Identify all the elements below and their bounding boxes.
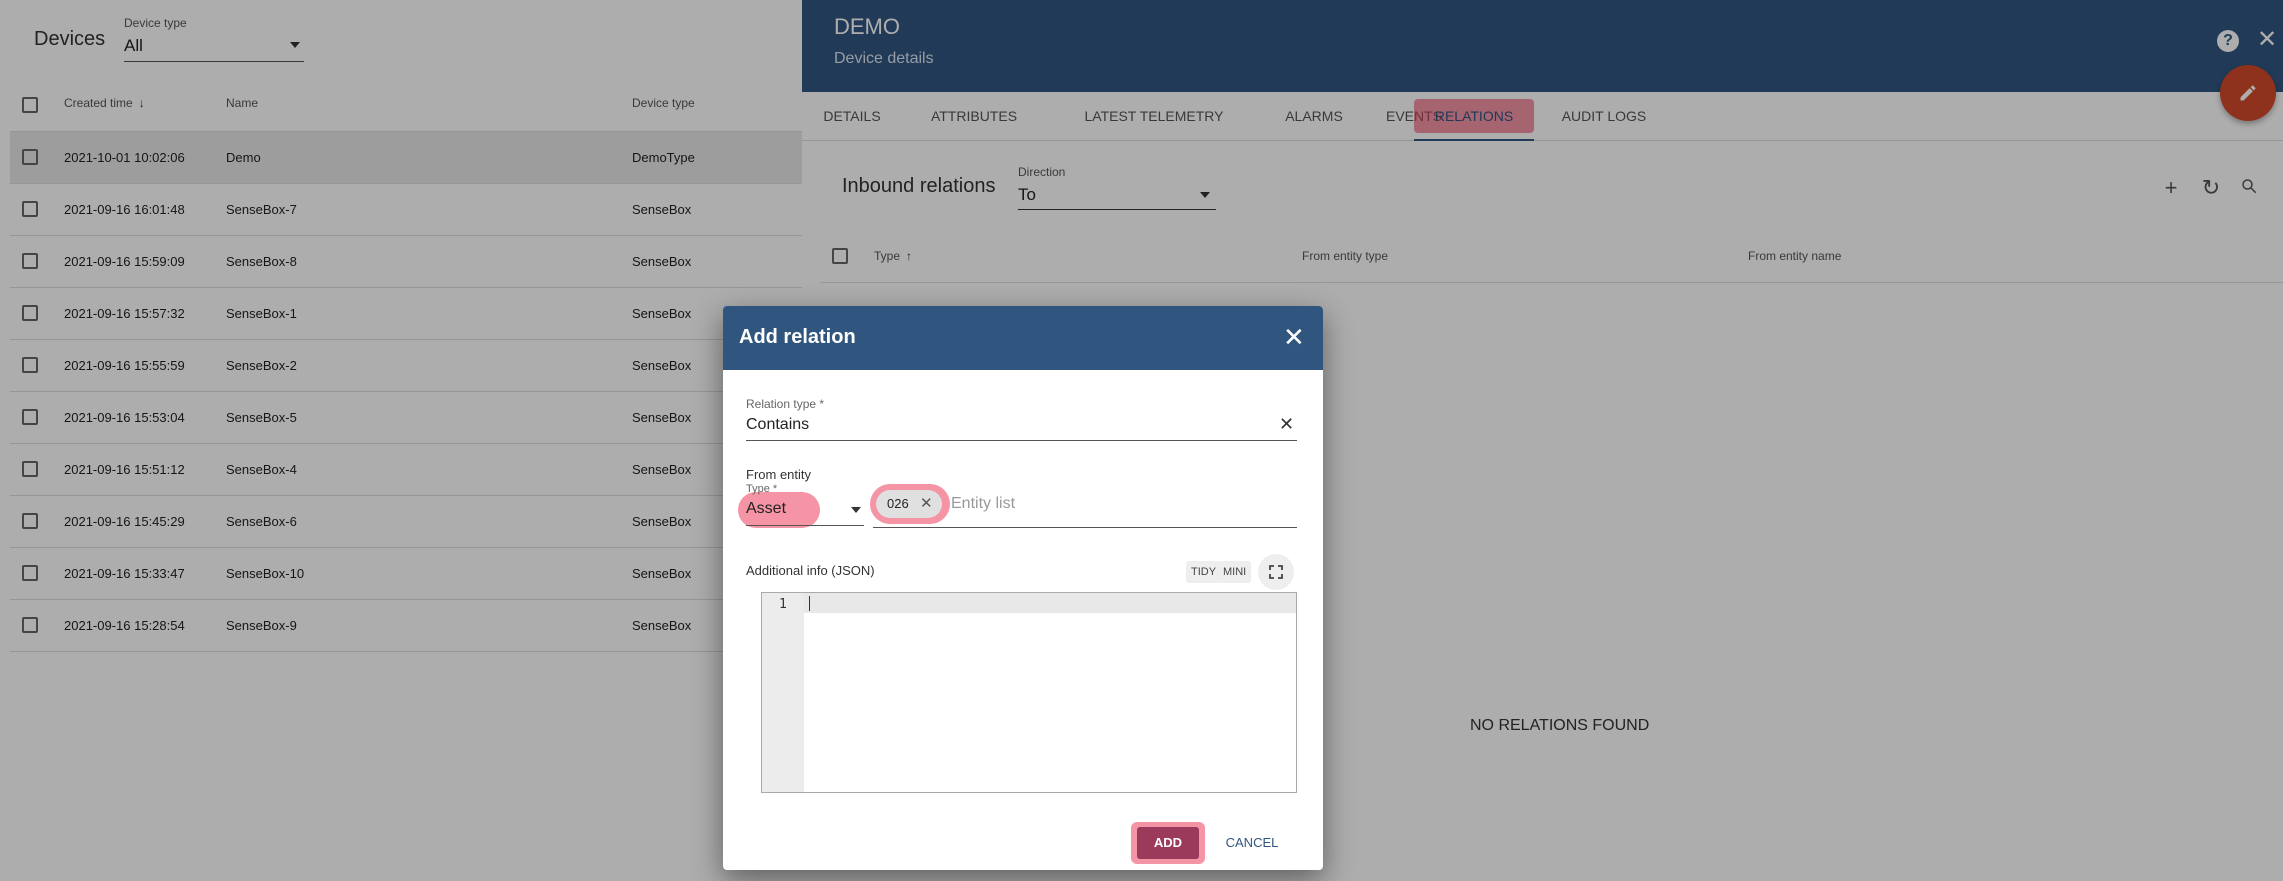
add-relation-dialog: Add relation ✕ Relation type * Contains … [723, 306, 1323, 870]
close-icon[interactable]: ✕ [1283, 324, 1305, 350]
additional-info-label: Additional info (JSON) [746, 563, 875, 578]
mini-button[interactable]: MINI [1218, 561, 1252, 583]
entity-chip-label: 026 [887, 496, 909, 511]
add-button[interactable]: ADD [1137, 827, 1199, 859]
relation-type-input[interactable]: Contains [746, 416, 809, 434]
editor-active-line [804, 593, 1296, 613]
relation-type-underline [746, 440, 1297, 441]
entity-list-underline [873, 527, 1297, 528]
entity-type-select[interactable]: Asset [746, 500, 786, 518]
relation-type-label: Relation type * [746, 397, 825, 411]
entity-chip[interactable]: 026 ✕ [876, 490, 942, 518]
dialog-title: Add relation [739, 326, 856, 348]
editor-gutter: 1 [762, 593, 804, 792]
entity-list-input[interactable]: Entity list [951, 495, 1015, 513]
remove-chip-icon[interactable]: ✕ [920, 494, 933, 512]
fullscreen-icon [1269, 565, 1283, 579]
dropdown-arrow-icon[interactable] [851, 507, 861, 513]
line-number: 1 [779, 597, 787, 612]
clear-icon[interactable]: ✕ [1279, 414, 1294, 435]
text-cursor [809, 596, 810, 611]
fullscreen-button[interactable] [1258, 554, 1294, 590]
dialog-header: Add relation ✕ [723, 306, 1323, 370]
entity-type-label: Type * [746, 483, 778, 495]
tidy-button[interactable]: TIDY [1186, 561, 1222, 583]
entity-type-underline [746, 525, 864, 526]
from-entity-label: From entity [746, 467, 812, 482]
json-editor[interactable]: 1 [761, 592, 1297, 793]
cancel-button[interactable]: CANCEL [1220, 827, 1284, 859]
